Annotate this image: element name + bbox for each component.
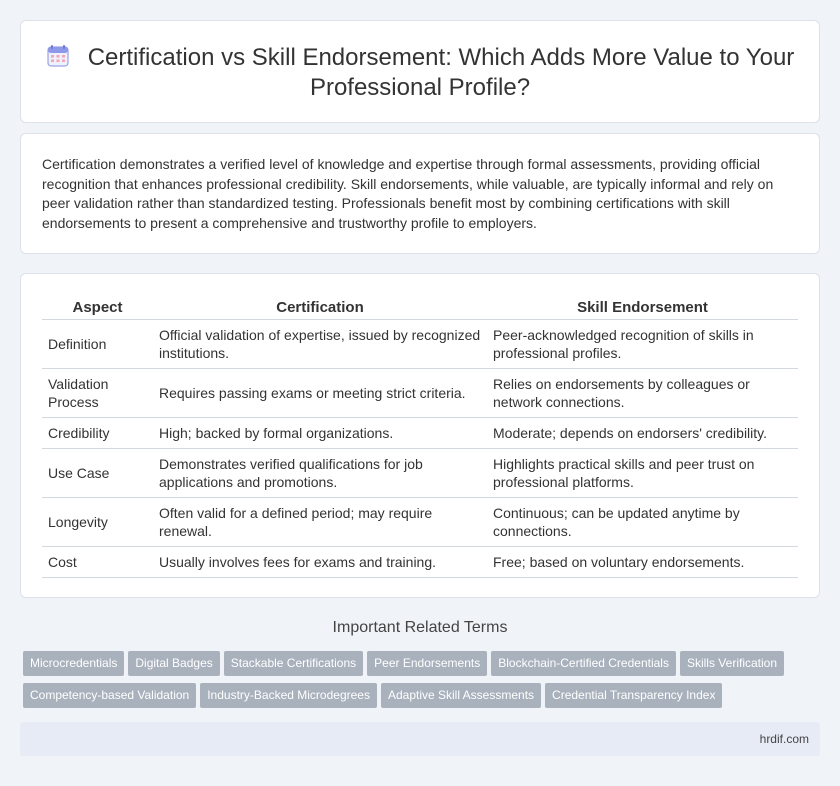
- related-terms-list: Microcredentials Digital Badges Stackable …: [23, 651, 823, 715]
- header-aspect: Aspect: [42, 295, 153, 320]
- endorsement-cell: Continuous; can be updated anytime by co…: [487, 497, 798, 547]
- table-row: Validation Process Requires passing exam…: [42, 368, 798, 418]
- table-row: Definition Official validation of expert…: [42, 319, 798, 369]
- aspect-cell: Longevity: [42, 497, 153, 547]
- comparison-card: Aspect Certification Skill Endorsement D…: [20, 273, 820, 598]
- related-term-tag[interactable]: Blockchain-Certified Credentials: [491, 651, 676, 676]
- certification-cell: Demonstrates verified qualifications for…: [153, 448, 487, 498]
- related-terms-title: Important Related Terms: [332, 619, 508, 636]
- aspect-cell: Credibility: [42, 417, 153, 449]
- related-term-tag[interactable]: Microcredentials: [23, 651, 125, 676]
- endorsement-cell: Free; based on voluntary endorsements.: [487, 546, 798, 578]
- related-term-tag[interactable]: Digital Badges: [128, 651, 220, 676]
- endorsement-cell: Highlights practical skills and peer tru…: [487, 448, 798, 498]
- comparison-table: Aspect Certification Skill Endorsement D…: [42, 295, 798, 578]
- related-term-tag[interactable]: Credential Transparency Index: [545, 683, 723, 708]
- related-term-tag[interactable]: Competency-based Validation: [23, 683, 197, 708]
- table-row: Use Case Demonstrates verified qualifica…: [42, 448, 798, 498]
- table-row: Cost Usually involves fees for exams and…: [42, 546, 798, 578]
- certification-cell: Official validation of expertise, issued…: [153, 319, 487, 369]
- aspect-cell: Use Case: [42, 448, 153, 498]
- table-row: Longevity Often valid for a defined peri…: [42, 497, 798, 547]
- header-certification: Certification: [153, 295, 487, 320]
- endorsement-cell: Moderate; depends on endorsers' credibil…: [487, 417, 798, 449]
- title-card: Certification vs Skill Endorsement: Whic…: [20, 20, 820, 123]
- endorsement-cell: Relies on endorsements by colleagues or …: [487, 368, 798, 418]
- certification-cell: Often valid for a defined period; may re…: [153, 497, 487, 547]
- site-link[interactable]: hrdif.com: [760, 732, 809, 746]
- related-term-tag[interactable]: Industry-Backed Microdegrees: [200, 683, 377, 708]
- related-term-tag[interactable]: Adaptive Skill Assessments: [380, 683, 542, 708]
- intro-card: Certification demonstrates a verified le…: [20, 133, 820, 254]
- table-header-row: Aspect Certification Skill Endorsement: [42, 295, 798, 320]
- certification-cell: High; backed by formal organizations.: [153, 417, 487, 449]
- related-term-tag[interactable]: Skills Verification: [679, 651, 785, 676]
- table-row: Credibility High; backed by formal organ…: [42, 417, 798, 449]
- aspect-cell: Validation Process: [42, 368, 153, 418]
- aspect-cell: Cost: [42, 546, 153, 578]
- footer: hrdif.com: [20, 722, 820, 756]
- certification-cell: Requires passing exams or meeting strict…: [153, 368, 487, 418]
- endorsement-cell: Peer-acknowledged recognition of skills …: [487, 319, 798, 369]
- related-term-tag[interactable]: Peer Endorsements: [367, 651, 488, 676]
- intro-paragraph: Certification demonstrates a verified le…: [42, 156, 774, 231]
- page-title: Certification vs Skill Endorsement: Whic…: [87, 44, 795, 101]
- aspect-cell: Definition: [42, 319, 153, 369]
- related-term-tag[interactable]: Stackable Certifications: [223, 651, 364, 676]
- header-skill-endorsement: Skill Endorsement: [487, 295, 798, 320]
- certification-cell: Usually involves fees for exams and trai…: [153, 546, 487, 578]
- calendar-icon: [47, 45, 69, 67]
